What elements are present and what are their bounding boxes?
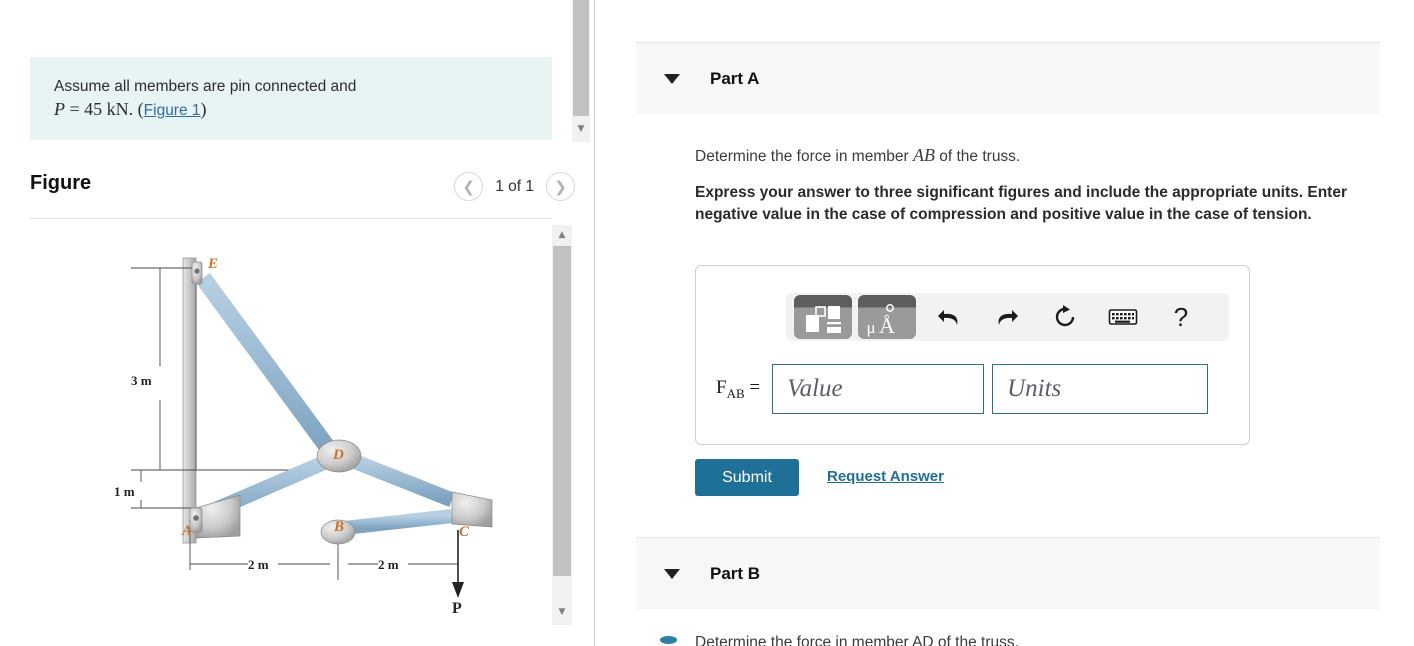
caret-down-icon[interactable] bbox=[664, 73, 680, 84]
statement-scrollbar-thumb[interactable] bbox=[573, 0, 589, 116]
answer-right-pane: Part A Determine the force in member AB … bbox=[608, 0, 1414, 646]
dimension-label-2m-right: 2 m bbox=[378, 557, 399, 572]
figure-prev-button[interactable]: ❮ bbox=[454, 172, 484, 201]
svg-text:μ: μ bbox=[866, 318, 875, 337]
answer-toolbar: Å μ ? bbox=[786, 293, 1229, 341]
answer-entry-box: Å μ ? FAB = Value Units bbox=[695, 265, 1250, 445]
part-b-status-bullet bbox=[660, 636, 677, 644]
figure-1-link[interactable]: Figure 1 bbox=[144, 102, 201, 119]
dimension-label-2m-left: 2 m bbox=[248, 557, 269, 572]
help-icon[interactable]: ? bbox=[1152, 295, 1210, 339]
problem-statement: Assume all members are pin connected and… bbox=[30, 57, 552, 140]
close-paren: ) bbox=[200, 99, 207, 119]
figure-scroll-up-button[interactable]: ▲ bbox=[552, 225, 572, 245]
dimension-label-1m: 1 m bbox=[114, 484, 135, 499]
p-symbol: P bbox=[54, 99, 65, 119]
figure-title: Figure bbox=[30, 172, 92, 194]
undo-icon[interactable] bbox=[920, 295, 978, 339]
problem-statement-line-1: Assume all members are pin connected and bbox=[54, 78, 357, 95]
part-a-instruction: Express your answer to three significant… bbox=[695, 184, 1347, 223]
part-a-question: Determine the force in member AB of the … bbox=[695, 144, 1375, 168]
submit-button[interactable]: Submit bbox=[695, 459, 799, 496]
problem-statement-line-2: P = 45 kN. (Figure 1) bbox=[54, 98, 530, 122]
units-icon[interactable]: Å μ bbox=[858, 295, 916, 339]
answer-equals: = bbox=[749, 376, 761, 398]
answer-subscript: AB bbox=[726, 385, 745, 401]
figure-header: Figure ❮ 1 of 1 ❯ bbox=[30, 170, 575, 212]
answer-input-row: FAB = bbox=[716, 364, 1209, 414]
template-icon[interactable] bbox=[794, 295, 852, 339]
part-b-label: Part B bbox=[710, 563, 761, 583]
reset-icon[interactable] bbox=[1036, 295, 1094, 339]
figure-page-label: 1 of 1 bbox=[495, 177, 534, 195]
problem-left-pane: Assume all members are pin connected and… bbox=[0, 0, 592, 646]
answer-symbol-label: FAB = bbox=[716, 377, 760, 402]
figure-scrollbar-thumb[interactable] bbox=[553, 246, 571, 576]
dimension-label-3m: 3 m bbox=[131, 373, 152, 388]
figure-canvas: E D B A C 3 m 1 m 2 m 2 m P bbox=[30, 225, 548, 625]
question-suffix: of the truss. bbox=[934, 148, 1021, 165]
caret-down-icon[interactable] bbox=[664, 568, 680, 579]
truss-diagram: E D B A C 3 m 1 m 2 m 2 m P bbox=[114, 256, 493, 617]
request-answer-link[interactable]: Request Answer bbox=[827, 468, 944, 485]
part-a-header[interactable]: Part A bbox=[636, 42, 1380, 114]
redo-icon[interactable] bbox=[978, 295, 1036, 339]
answer-symbol: F bbox=[716, 376, 727, 398]
node-label-E: E bbox=[207, 256, 218, 272]
node-label-D: D bbox=[332, 447, 344, 463]
figure-pager: ❮ 1 of 1 ❯ bbox=[454, 172, 575, 201]
figure-next-button[interactable]: ❯ bbox=[546, 172, 575, 201]
part-b-header[interactable]: Part B bbox=[636, 537, 1380, 609]
node-label-A: A bbox=[181, 523, 192, 539]
node-label-C: C bbox=[459, 524, 470, 540]
answer-value-input[interactable] bbox=[772, 364, 985, 414]
figure-scroll-down-button[interactable]: ▼ bbox=[552, 600, 572, 625]
answer-units-input[interactable] bbox=[992, 364, 1209, 414]
part-b-question: Determine the force in member AD of the … bbox=[695, 634, 1019, 646]
node-label-B: B bbox=[333, 519, 344, 535]
part-a-label: Part A bbox=[710, 68, 760, 88]
page-root: Assume all members are pin connected and… bbox=[0, 0, 1414, 646]
question-prefix: Determine the force in member bbox=[695, 148, 913, 165]
figure-divider bbox=[30, 218, 552, 219]
svg-text:Å: Å bbox=[879, 313, 895, 338]
question-member: AB bbox=[912, 145, 935, 165]
statement-scroll-down-button[interactable]: ▼ bbox=[572, 116, 590, 142]
p-value: = 45 kN. ( bbox=[65, 99, 144, 119]
load-label-P: P bbox=[452, 600, 462, 617]
keyboard-icon[interactable] bbox=[1094, 295, 1152, 339]
pane-divider bbox=[594, 0, 595, 646]
